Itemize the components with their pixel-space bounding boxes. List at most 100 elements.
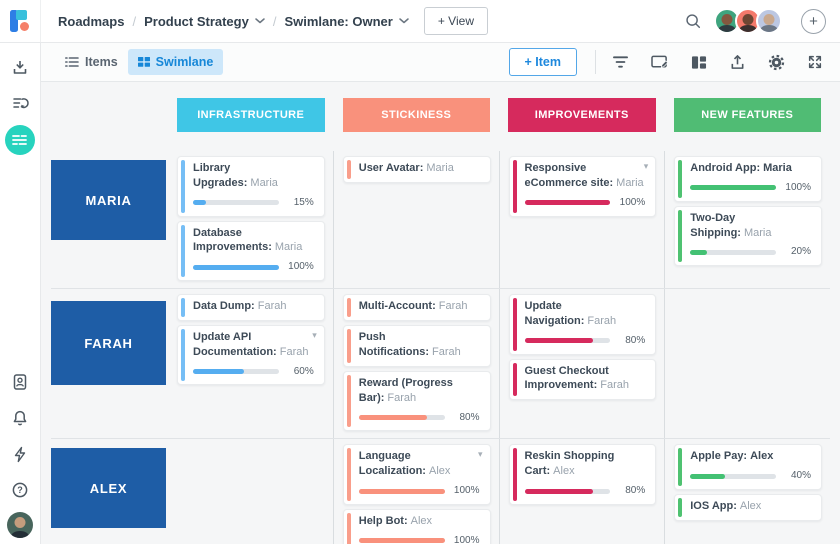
cell-alex-new_features[interactable]: Apple Pay:Alex40% IOS App:Alex <box>664 439 830 544</box>
cell-alex-improvements[interactable]: Reskin Shopping Cart:Alex 80% <box>499 439 665 544</box>
cell-maria-improvements[interactable]: Responsive eCommerce site:Maria▾100% <box>499 151 665 288</box>
filter-icon[interactable] <box>612 55 629 69</box>
row-label-maria[interactable]: MARIA <box>51 160 166 240</box>
swim-row-alex: ALEX Language Localization:Alex▾100% Help … <box>51 439 830 544</box>
progress-track <box>359 489 445 494</box>
progress-fill <box>359 415 428 420</box>
toolbar-icon-group <box>612 54 823 71</box>
card-owner: Alex <box>750 450 773 462</box>
row-label-alex[interactable]: ALEX <box>51 448 166 528</box>
cell-maria-new_features[interactable]: Android App:Maria100%Two-Day Shipping:Ma… <box>664 151 830 288</box>
item-card[interactable]: Language Localization:Alex▾100% <box>343 444 491 505</box>
add-member-button[interactable]: + <box>801 9 826 34</box>
card-owner: Farah <box>600 379 629 391</box>
recent-items-icon[interactable] <box>6 89 34 117</box>
contacts-icon[interactable] <box>6 368 34 396</box>
fullscreen-icon[interactable] <box>807 54 823 70</box>
item-card[interactable]: Multi-Account:Farah <box>343 294 491 321</box>
app-logo-button[interactable] <box>0 0 41 42</box>
breadcrumb-separator: / <box>273 14 277 29</box>
swim-row-maria: MARIALibrary Upgrades:Maria15%Database I… <box>51 151 830 289</box>
progress-track <box>193 265 279 270</box>
item-card[interactable]: User Avatar:Maria <box>343 156 491 183</box>
item-card[interactable]: Reward (Progress Bar):Farah 80% <box>343 371 491 432</box>
user-avatar[interactable] <box>7 512 33 538</box>
progress-bar: 60% <box>193 365 316 379</box>
card-accent-bar <box>513 363 517 397</box>
column-header-new_features[interactable]: NEW FEATURES <box>674 98 822 132</box>
card-text: Reward (Progress Bar):Farah <box>359 376 482 406</box>
progress-percent: 80% <box>619 484 645 498</box>
tab-items[interactable]: Items <box>55 49 128 75</box>
item-card[interactable]: Responsive eCommerce site:Maria▾100% <box>509 156 657 217</box>
cell-farah-infrastructure[interactable]: Data Dump:Farah Update API Documentation:… <box>168 289 333 438</box>
item-card[interactable]: Help Bot:Alex100% <box>343 509 491 544</box>
card-owner: Maria <box>426 162 454 174</box>
caret-down-icon[interactable]: ▾ <box>478 448 483 460</box>
cell-farah-new_features[interactable] <box>664 289 830 438</box>
card-owner: Farah <box>587 315 616 327</box>
item-card[interactable]: IOS App:Alex <box>674 494 822 521</box>
row-label-farah[interactable]: FARAH <box>51 301 166 385</box>
item-card[interactable]: Update Navigation:Farah80% <box>509 294 657 355</box>
card-text: Reskin Shopping Cart:Alex <box>525 449 648 479</box>
progress-percent: 80% <box>454 411 480 425</box>
settings-gear-icon[interactable] <box>768 54 785 71</box>
card-text: Push Notifications:Farah <box>359 330 482 360</box>
cell-maria-infrastructure[interactable]: Library Upgrades:Maria15%Database Improv… <box>168 151 333 288</box>
cell-farah-improvements[interactable]: Update Navigation:Farah80%Guest Checkout… <box>499 289 665 438</box>
card-title: Multi-Account: <box>359 300 436 312</box>
card-settings-icon[interactable] <box>651 54 669 70</box>
notifications-bell-icon[interactable] <box>6 404 34 432</box>
progress-bar: 100% <box>359 534 482 544</box>
cell-maria-stickiness[interactable]: User Avatar:Maria <box>333 151 499 288</box>
help-icon[interactable]: ? <box>6 476 34 504</box>
column-header-infrastructure[interactable]: INFRASTRUCTURE <box>177 98 325 132</box>
add-view-button[interactable]: + View <box>424 7 488 35</box>
progress-percent: 80% <box>619 334 645 348</box>
column-header-stickiness[interactable]: STICKINESS <box>343 98 491 132</box>
import-tray-icon[interactable] <box>6 53 34 81</box>
item-card[interactable]: Push Notifications:Farah <box>343 325 491 367</box>
item-card[interactable]: Reskin Shopping Cart:Alex 80% <box>509 444 657 505</box>
card-owner: Maria <box>763 162 792 174</box>
item-card[interactable]: Android App:Maria100% <box>674 156 822 202</box>
item-card[interactable]: Apple Pay:Alex40% <box>674 444 822 490</box>
cell-alex-infrastructure[interactable] <box>168 439 333 544</box>
avatar[interactable] <box>756 8 782 34</box>
progress-fill <box>525 200 611 205</box>
export-icon[interactable] <box>729 54 746 70</box>
progress-bar: 80% <box>525 334 648 348</box>
breadcrumb-roadmaps[interactable]: Roadmaps <box>58 14 124 29</box>
item-card[interactable]: Update API Documentation:Farah▾ 60% <box>177 325 325 386</box>
tab-swimlane[interactable]: Swimlane <box>128 49 224 75</box>
cell-farah-stickiness[interactable]: Multi-Account:Farah Push Notifications:Fa… <box>333 289 499 438</box>
roadmaps-icon[interactable] <box>5 125 35 155</box>
layout-icon[interactable] <box>691 55 707 70</box>
item-card[interactable]: Data Dump:Farah <box>177 294 325 321</box>
card-text: Data Dump:Farah <box>193 299 316 314</box>
caret-down-icon[interactable]: ▾ <box>644 160 649 172</box>
add-item-button[interactable]: + Item <box>509 48 577 76</box>
card-text: Update API Documentation:Farah <box>193 330 316 360</box>
card-owner: Alex <box>553 465 574 477</box>
search-icon[interactable] <box>684 12 702 30</box>
card-owner: Farah <box>280 346 309 358</box>
item-card[interactable]: Library Upgrades:Maria15% <box>177 156 325 217</box>
card-owner: Maria <box>275 241 303 253</box>
cell-alex-stickiness[interactable]: Language Localization:Alex▾100% Help Bot:… <box>333 439 499 544</box>
card-accent-bar <box>678 448 682 486</box>
caret-down-icon[interactable]: ▾ <box>312 329 317 341</box>
card-title: Two-Day Shipping: <box>690 212 741 239</box>
item-card[interactable]: Database Improvements:Maria100% <box>177 221 325 282</box>
breadcrumb-view-name[interactable]: Swimlane: Owner <box>284 14 408 29</box>
progress-fill <box>193 369 244 374</box>
card-title: Update API Documentation: <box>193 331 277 358</box>
breadcrumb-roadmap-name[interactable]: Product Strategy <box>144 14 265 29</box>
item-card[interactable]: Guest Checkout Improvement:Farah <box>509 359 657 401</box>
shortcuts-bolt-icon[interactable] <box>6 440 34 468</box>
breadcrumb-separator: / <box>132 14 136 29</box>
column-header-improvements[interactable]: IMPROVEMENTS <box>508 98 656 132</box>
item-card[interactable]: Two-Day Shipping:Maria20% <box>674 206 822 267</box>
toolbar-divider <box>595 50 596 74</box>
